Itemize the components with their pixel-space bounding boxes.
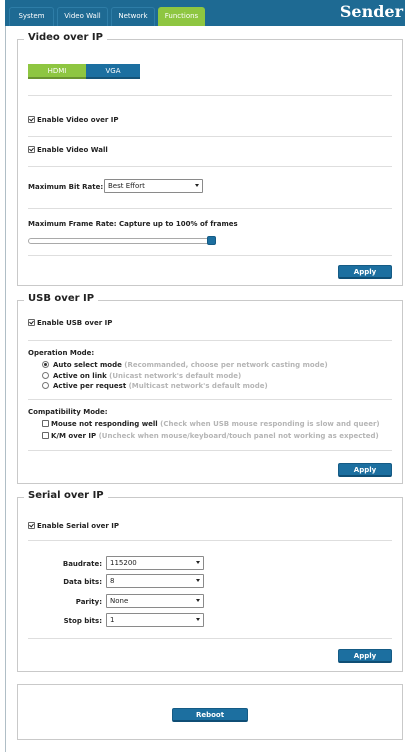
tab-network[interactable]: Network: [111, 7, 155, 26]
mode-label: Active per request: [53, 382, 127, 390]
baudrate-select[interactable]: 115200: [106, 556, 204, 570]
bitrate-label: Maximum Bit Rate:: [28, 183, 104, 191]
usb-apply-button[interactable]: Apply: [338, 463, 392, 477]
divider: [28, 638, 392, 639]
enable-serial-row: Enable Serial over IP: [28, 522, 119, 530]
hdmi-button[interactable]: HDMI: [28, 64, 86, 79]
video-over-ip-section: Video over IP HDMI VGA Enable Video over…: [17, 32, 403, 286]
framerate-slider-handle[interactable]: [207, 236, 216, 245]
baudrate-value: 115200: [110, 559, 137, 567]
divider: [28, 208, 392, 209]
stop-bits-value: 1: [110, 616, 115, 624]
divider: [28, 399, 392, 400]
compat-km-option[interactable]: K/M over IP (Uncheck when mouse/keyboard…: [42, 432, 379, 440]
compat-mouse-option[interactable]: Mouse not responding well (Check when US…: [42, 420, 380, 428]
framerate-slider-track[interactable]: [28, 238, 216, 244]
bitrate-select[interactable]: Best Effort: [104, 179, 203, 193]
chevron-down-icon: [196, 561, 200, 564]
chevron-down-icon: [196, 618, 200, 621]
baudrate-label: Baudrate:: [62, 560, 102, 568]
enable-video-checkbox[interactable]: [28, 116, 35, 123]
enable-serial-label: Enable Serial over IP: [37, 522, 120, 530]
mode-note: (Unicast network's default mode): [109, 372, 242, 380]
enable-usb-checkbox[interactable]: [28, 319, 35, 326]
chevron-down-icon: [196, 599, 200, 602]
compat-label: Mouse not responding well: [51, 420, 158, 428]
divider: [28, 95, 392, 96]
compat-note: (Uncheck when mouse/keyboard/touch panel…: [98, 432, 379, 440]
serial-apply-button[interactable]: Apply: [338, 649, 392, 663]
divider: [28, 166, 392, 167]
vga-button[interactable]: VGA: [86, 64, 140, 79]
divider: [28, 136, 392, 137]
parity-label: Parity:: [75, 598, 102, 606]
enable-wall-row: Enable Video Wall: [28, 146, 108, 154]
serial-over-ip-section: Serial over IP Enable Serial over IP Bau…: [17, 490, 403, 672]
enable-wall-checkbox[interactable]: [28, 146, 35, 153]
usb-over-ip-section: USB over IP Enable USB over IP Operation…: [17, 293, 403, 484]
enable-usb-row: Enable USB over IP: [28, 319, 112, 327]
mode-auto-radio[interactable]: [42, 361, 49, 368]
mode-note: (Recommanded, choose per network casting…: [124, 361, 328, 369]
mode-label: Auto select mode: [53, 361, 122, 369]
divider: [28, 340, 392, 341]
reboot-button[interactable]: Reboot: [172, 708, 248, 722]
usb-section-legend: USB over IP: [24, 293, 99, 304]
framerate-label: Maximum Frame Rate: Capture up to 100% o…: [28, 220, 238, 228]
enable-wall-label: Enable Video Wall: [37, 146, 108, 154]
stop-bits-select[interactable]: 1: [106, 613, 204, 627]
video-apply-button[interactable]: Apply: [338, 265, 392, 279]
tab-video-wall[interactable]: Video Wall: [57, 7, 108, 26]
mode-active-per-request-option[interactable]: Active per request (Multicast network's …: [42, 382, 268, 390]
top-bar: System Video Wall Network Functions Send…: [5, 0, 405, 26]
bitrate-value: Best Effort: [108, 182, 145, 190]
enable-usb-label: Enable USB over IP: [37, 319, 113, 327]
data-bits-label: Data bits:: [63, 578, 102, 586]
divider: [28, 540, 392, 541]
chevron-down-icon: [195, 184, 199, 187]
enable-video-row: Enable Video over IP: [28, 116, 119, 124]
tab-functions[interactable]: Functions: [158, 7, 205, 26]
tab-system[interactable]: System: [9, 7, 54, 26]
compat-mouse-checkbox[interactable]: [42, 420, 49, 427]
reboot-section: Reboot: [17, 684, 403, 740]
enable-serial-checkbox[interactable]: [28, 522, 35, 529]
mode-request-radio[interactable]: [42, 382, 49, 389]
brand-title: Sender: [339, 2, 403, 21]
divider: [28, 255, 392, 256]
chevron-down-icon: [196, 579, 200, 582]
mode-note: (Multicast network's default mode): [128, 382, 268, 390]
data-bits-select[interactable]: 8: [106, 574, 204, 588]
mode-active-on-link-option[interactable]: Active on link (Unicast network's defaul…: [42, 372, 241, 380]
compat-km-checkbox[interactable]: [42, 432, 49, 439]
data-bits-value: 8: [110, 577, 115, 585]
stop-bits-label: Stop bits:: [63, 617, 102, 625]
divider: [28, 450, 392, 451]
compat-label: K/M over IP: [51, 432, 97, 440]
serial-section-legend: Serial over IP: [24, 490, 108, 501]
parity-value: None: [110, 597, 129, 605]
video-section-legend: Video over IP: [24, 32, 107, 43]
left-rail: [5, 26, 6, 752]
operation-mode-title: Operation Mode:: [28, 349, 95, 357]
enable-video-label: Enable Video over IP: [37, 116, 119, 124]
parity-select[interactable]: None: [106, 594, 204, 608]
compat-note: (Check when USB mouse responding is slow…: [160, 420, 380, 428]
mode-label: Active on link: [53, 372, 107, 380]
mode-auto-option[interactable]: Auto select mode (Recommanded, choose pe…: [42, 361, 328, 369]
compat-mode-title: Compatibility Mode:: [28, 408, 108, 416]
mode-link-radio[interactable]: [42, 372, 49, 379]
